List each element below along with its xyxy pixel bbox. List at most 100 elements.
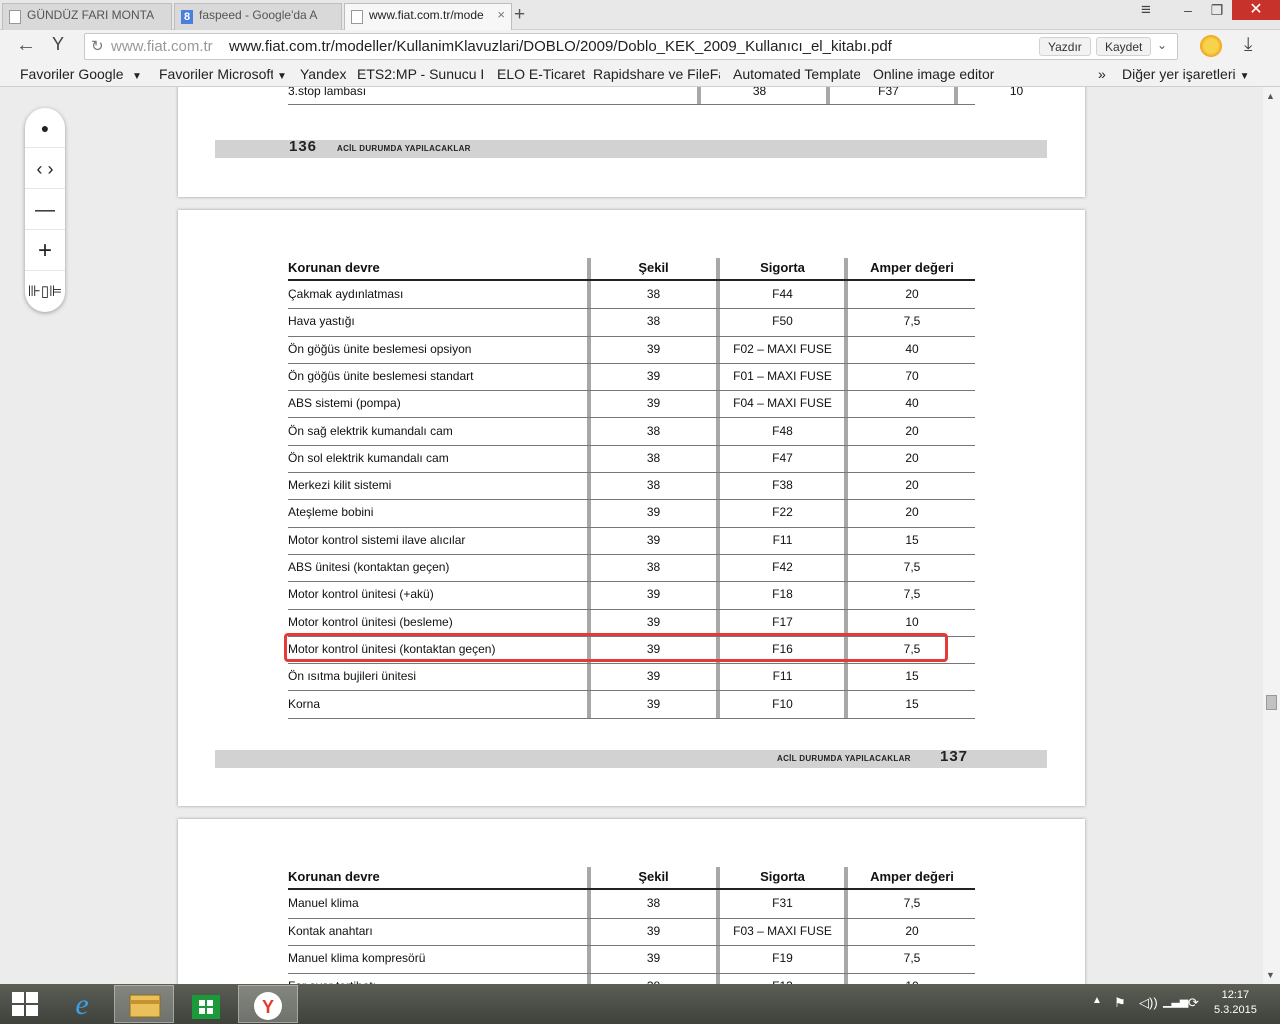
cell-amperage: 7,5: [903, 896, 921, 910]
cell-fuse: F10: [772, 696, 793, 711]
print-button[interactable]: Yazdır: [1039, 37, 1091, 56]
chevron-down-icon[interactable]: ⌄: [1157, 38, 1167, 52]
bookmark-favoriler-google[interactable]: Favoriler Google C ▼: [20, 66, 147, 82]
yandex-browser-icon[interactable]: Y: [238, 985, 298, 1023]
cell-circuit: Hava yastığı: [288, 314, 355, 329]
table-row: Ön ısıtma bujileri ünitesi 39 F11 15: [288, 664, 975, 692]
table-row: Motor kontrol ünitesi (+akü) 39 F18 7,5: [288, 582, 975, 610]
scrollbar-thumb[interactable]: [1266, 695, 1277, 710]
bookmarks-bar: Favoriler Google C ▼ Favoriler Microsoft ▼…: [0, 63, 1280, 87]
windows-store-icon[interactable]: [176, 985, 236, 1023]
system-clock[interactable]: 12:17 5.3.2015: [1214, 988, 1257, 1018]
url-text[interactable]: www.fiat.com.tr/modeller/KullanimKlavuzl…: [229, 38, 892, 55]
cell-amperage: 7,5: [903, 587, 921, 602]
internet-explorer-icon[interactable]: e: [52, 985, 112, 1023]
cell-figure: 38: [646, 450, 661, 465]
file-explorer-icon[interactable]: [114, 985, 174, 1023]
address-field[interactable]: ↻ www.fiat.com.tr www.fiat.com.tr/modell…: [84, 33, 1178, 60]
window-close-icon[interactable]: ✕: [1232, 0, 1280, 20]
new-tab-button[interactable]: +: [514, 4, 525, 26]
scroll-down-icon[interactable]: ▼: [1266, 970, 1275, 980]
more-bookmarks-icon[interactable]: »: [1098, 66, 1106, 82]
close-tab-icon[interactable]: ×: [497, 7, 505, 22]
minimize-icon[interactable]: –: [1178, 0, 1198, 20]
windows-start-icon[interactable]: [12, 992, 38, 1016]
menu-icon[interactable]: ≡: [1136, 0, 1156, 20]
table-row: Korna 39 F10 15: [288, 692, 975, 719]
cell-figure: 39: [646, 669, 661, 684]
bookmark-ets2mp[interactable]: ETS2:MP - Sunucu D: [357, 66, 483, 82]
zoom-out-icon[interactable]: —: [25, 190, 65, 230]
cell-circuit: Ön sol elektrik kumandalı cam: [288, 450, 449, 465]
table-row: ABS sistemi (pompa) 39 F04 – MAXI FUSE 40: [288, 391, 975, 419]
table-row: Hava yastığı 38 F50 7,5: [288, 309, 975, 337]
cell-figure: 38: [646, 287, 661, 301]
header-sekil: Şekil: [638, 260, 669, 275]
bookmark-other[interactable]: Diğer yer işaretleri ▼: [1122, 66, 1250, 82]
cell-circuit: Korna: [288, 696, 321, 711]
bookmark-online-image-editor[interactable]: Online image editor: [873, 66, 994, 82]
header-sekil: Şekil: [638, 869, 669, 884]
cell-fuse: F11: [772, 669, 793, 684]
pdf-viewer[interactable]: 3.stop lambası 38 F37 10 136 ACİL DURUMD…: [0, 87, 1280, 984]
cell-fuse: F17: [772, 614, 793, 629]
download-icon[interactable]: ⤓: [1244, 34, 1252, 56]
tab-title: www.fiat.com.tr/mode: [369, 8, 484, 22]
caret-down-icon: ▼: [132, 71, 142, 82]
sync-icon[interactable]: ⟳: [1188, 995, 1199, 1011]
cell-figure: 38: [646, 478, 661, 493]
section-title: ACİL DURUMDA YAPILACAKLAR: [777, 754, 911, 763]
header-sigorta: Sigorta: [760, 260, 805, 275]
pdf-page-136: 3.stop lambası 38 F37 10 136 ACİL DURUMD…: [178, 87, 1085, 197]
page-footer-band: ACİL DURUMDA YAPILACAKLAR 137: [215, 748, 1047, 768]
bookmark-favoriler-microsoft[interactable]: Favoriler Microsoft ▼: [159, 66, 287, 82]
bookmark-rapidshare[interactable]: Rapidshare ve FileFa: [593, 66, 720, 82]
show-hidden-icons-icon[interactable]: ▲: [1092, 995, 1102, 1006]
tab-1[interactable]: GÜNDÜZ FARI MONTA: [2, 3, 172, 30]
tab-3-active[interactable]: www.fiat.com.tr/mode ×: [344, 3, 512, 31]
bookmark-yandex[interactable]: Yandex: [300, 66, 346, 82]
highlight-box: [284, 633, 948, 662]
cell-amperage: 15: [905, 669, 919, 684]
cell-figure: 39: [646, 951, 661, 965]
cell-circuit: Manuel klima: [288, 896, 359, 910]
network-signal-icon[interactable]: ▁▃▅: [1163, 995, 1188, 1008]
pdf-page-137: Korunan devre Şekil Sigorta Amper değeri…: [178, 210, 1085, 806]
yandex-logo-icon[interactable]: Y: [52, 34, 64, 55]
prev-next-icon[interactable]: ‹ ›: [25, 149, 65, 189]
cell-fuse: F38: [772, 478, 793, 493]
scroll-up-icon[interactable]: ▲: [1266, 91, 1275, 101]
flag-icon[interactable]: ⚑: [1114, 995, 1126, 1011]
cell-figure: 39: [646, 696, 661, 711]
fuse-table: Korunan devre Şekil Sigorta Amper değeri…: [288, 867, 975, 984]
header-amper-degeri: Amper değeri: [870, 260, 954, 275]
reload-icon[interactable]: ↻: [91, 37, 104, 55]
dot-icon[interactable]: ●: [25, 108, 65, 148]
table-row: Çakmak aydınlatması 38 F44 20: [288, 282, 975, 310]
volume-icon[interactable]: ◁)): [1139, 995, 1158, 1011]
cell-fuse: F44: [772, 287, 793, 301]
save-button[interactable]: Kaydet: [1096, 37, 1152, 56]
restore-icon[interactable]: ❐: [1206, 0, 1228, 20]
cell-fuse: F01 – MAXI FUSE: [733, 368, 832, 383]
cell-fuse: F31: [772, 896, 793, 910]
document-icon: [9, 10, 21, 24]
cell-amperage: 10: [905, 614, 919, 629]
back-arrow-icon[interactable]: ←: [16, 34, 36, 57]
table-row: Kontak anahtarı 39 F03 – MAXI FUSE 20: [288, 919, 975, 946]
zoom-in-icon[interactable]: +: [25, 231, 65, 271]
cell-figure: 39: [646, 505, 661, 520]
vertical-scrollbar[interactable]: ▲ ▼: [1263, 87, 1280, 984]
cell-circuit: Motor kontrol ünitesi (+akü): [288, 587, 434, 602]
tab-2[interactable]: 8 faspeed - Google'da A: [174, 3, 342, 30]
weather-extension-icon[interactable]: [1200, 35, 1222, 57]
fit-page-icon[interactable]: ⊪▯⊫: [25, 272, 65, 312]
svg-text:e: e: [75, 988, 88, 1021]
table-row: 3.stop lambası 38 F37 10: [288, 87, 1023, 105]
bookmark-elo[interactable]: ELO E-Ticaret: [497, 66, 585, 82]
cell-circuit: 3.stop lambası: [288, 87, 367, 98]
cell-amperage: 20: [905, 423, 919, 438]
cell-fuse: F02 – MAXI FUSE: [733, 341, 832, 356]
bookmark-automated-template[interactable]: Automated Template: [733, 66, 860, 82]
page-footer-band: 136 ACİL DURUMDA YAPILACAKLAR: [215, 138, 1047, 158]
